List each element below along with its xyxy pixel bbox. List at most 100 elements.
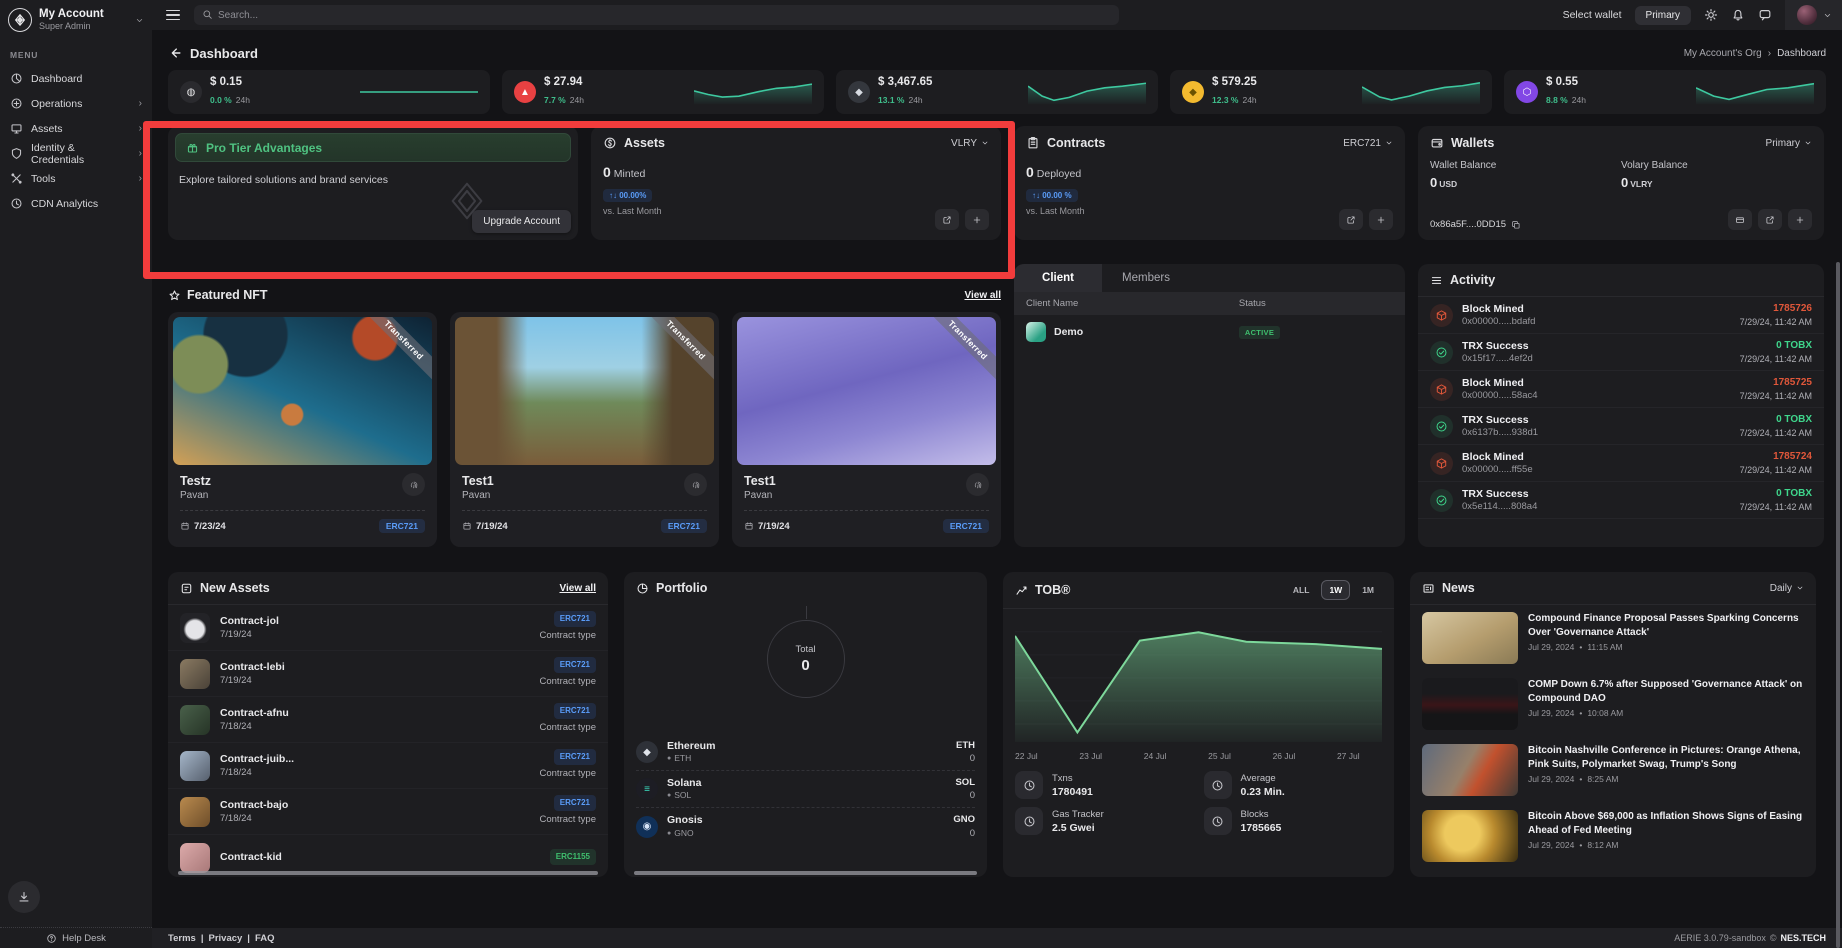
breadcrumb: My Account's Org › Dashboard (1684, 48, 1826, 59)
wallet-address: 0x86a5F....0DD15 (1430, 219, 1506, 230)
market-card[interactable]: ▲ $ 27.94 7.7 %24h (502, 70, 824, 114)
theme-toggle-sun-icon[interactable] (1704, 8, 1718, 22)
range-1m-button[interactable]: 1M (1354, 580, 1382, 600)
contracts-deployed-label: Deployed (1037, 168, 1081, 180)
hamburger-menu-icon[interactable] (162, 6, 184, 25)
horizontal-scrollbar[interactable] (178, 871, 598, 875)
portfolio-row[interactable]: ≡ Solana ●SOL SOL 0 (636, 771, 975, 808)
primary-wallet-button[interactable]: Primary (1635, 6, 1691, 25)
assets-filter-dropdown[interactable]: VLRY (951, 138, 989, 149)
activity-item[interactable]: TRX Success 0x5e114.....808a4 0 TOBX 7/2… (1418, 482, 1824, 519)
search-icon (202, 9, 213, 20)
user-menu[interactable] (1785, 0, 1842, 30)
sidebar-item-tools[interactable]: Tools › (0, 166, 152, 191)
breadcrumb-org[interactable]: My Account's Org (1684, 48, 1762, 59)
news-item[interactable]: Bitcoin Nashville Conference in Pictures… (1410, 737, 1816, 803)
featured-nft-view-all-link[interactable]: View all (964, 290, 1001, 301)
page-title: Dashboard (190, 46, 258, 61)
list-item[interactable]: Contract-afnu 7/18/24 ERC721 Contract ty… (168, 697, 608, 743)
transferred-ribbon: Transferred (919, 317, 996, 389)
list-item[interactable]: Contract-jol 7/19/24 ERC721 Contract typ… (168, 605, 608, 651)
market-card[interactable]: ⬡ $ 0.55 8.8 %24h (1504, 70, 1826, 114)
tab-client[interactable]: Client (1014, 264, 1102, 292)
sidebar-item-cdn-analytics[interactable]: CDN Analytics (0, 191, 152, 216)
range-all-button[interactable]: ALL (1285, 580, 1318, 600)
chat-icon[interactable] (1758, 8, 1772, 22)
portfolio-row[interactable]: ◆ Ethereum ●ETH ETH 0 (636, 734, 975, 771)
org-switcher[interactable]: My Account Super Admin (0, 0, 152, 42)
app-logo-icon (8, 8, 32, 32)
help-desk-link[interactable]: Help Desk (0, 927, 152, 948)
contracts-add-button[interactable] (1369, 209, 1393, 230)
activity-item[interactable]: Block Mined 0x00000.....bdafd 1785726 7/… (1418, 297, 1824, 334)
activity-item[interactable]: Block Mined 0x00000.....ff55e 1785724 7/… (1418, 445, 1824, 482)
nft-fingerprint-button[interactable] (684, 473, 707, 496)
list-item[interactable]: Contract-juib... 7/18/24 ERC721 Contract… (168, 743, 608, 789)
assets-add-button[interactable] (965, 209, 989, 230)
sidebar-item-assets[interactable]: Assets › (0, 116, 152, 141)
notifications-bell-icon[interactable] (1731, 8, 1745, 22)
market-card[interactable]: ◆ $ 579.25 12.3 %24h (1170, 70, 1492, 114)
activity-item[interactable]: TRX Success 0x6137b.....938d1 0 TOBX 7/2… (1418, 408, 1824, 445)
news-item[interactable]: Bitcoin Above $69,000 as Inflation Shows… (1410, 803, 1816, 869)
news-item[interactable]: Compound Finance Proposal Passes Sparkin… (1410, 605, 1816, 671)
nft-card[interactable]: Transferred Testz Pavan (168, 312, 437, 547)
wallet-open-button[interactable] (1758, 209, 1782, 230)
activity-hash: 0x00000.....ff55e (1462, 464, 1533, 477)
download-button[interactable] (8, 881, 40, 913)
contracts-filter-dropdown[interactable]: ERC721 (1343, 138, 1393, 149)
asset-standard-badge: ERC721 (554, 657, 596, 673)
back-arrow-icon[interactable] (168, 46, 182, 60)
sidebar-item-identity-credentials[interactable]: Identity & Credentials › (0, 141, 152, 166)
check-circle-icon (1435, 420, 1448, 433)
nft-fingerprint-button[interactable] (402, 473, 425, 496)
activity-type: Block Mined (1462, 376, 1538, 390)
wallet-add-button[interactable] (1788, 209, 1812, 230)
coin-icon: ▲ (514, 81, 536, 103)
horizontal-scrollbar[interactable] (634, 871, 977, 875)
wallets-filter-dropdown[interactable]: Primary (1766, 138, 1812, 149)
footer-link-terms[interactable]: Terms (168, 933, 196, 944)
activity-item[interactable]: Block Mined 0x00000.....58ac4 1785725 7/… (1418, 371, 1824, 408)
nft-creator: Pavan (462, 489, 494, 502)
table-row[interactable]: Demo ACTIVE (1014, 315, 1405, 349)
search-input[interactable] (194, 5, 1119, 25)
news-frequency-dropdown[interactable]: Daily (1770, 583, 1804, 594)
sidebar-item-operations[interactable]: Operations › (0, 91, 152, 116)
market-card[interactable]: ◆ $ 3,467.65 13.1 %24h (836, 70, 1158, 114)
column-client-name: Client Name (1026, 298, 1239, 309)
copy-icon[interactable] (1511, 220, 1521, 230)
activity-hash: 0x6137b.....938d1 (1462, 427, 1538, 440)
assets-open-button[interactable] (935, 209, 959, 230)
nft-card[interactable]: Transferred Test1 Pavan (732, 312, 1001, 547)
activity-time: 7/29/24, 11:42 AM (1740, 353, 1812, 365)
coin-period: 24h (1572, 95, 1586, 105)
external-link-icon (1765, 215, 1775, 225)
plus-icon (1376, 215, 1386, 225)
list-item[interactable]: Contract-bajo 7/18/24 ERC721 Contract ty… (168, 789, 608, 835)
contracts-open-button[interactable] (1339, 209, 1363, 230)
asset-date: 7/18/24 (220, 766, 294, 779)
news-item[interactable]: COMP Down 6.7% after Supposed 'Governanc… (1410, 671, 1816, 737)
portfolio-row[interactable]: ◉ Gnosis ●GNO GNO 0 (636, 808, 975, 845)
nft-card[interactable]: Transferred Test1 Pavan (450, 312, 719, 547)
news-time: 8:12 AM (1587, 840, 1618, 851)
volary-balance-value: 0 (1621, 175, 1628, 190)
footer-link-privacy[interactable]: Privacy (208, 933, 242, 944)
news-thumbnail (1422, 612, 1518, 664)
range-1w-button[interactable]: 1W (1321, 580, 1350, 600)
nft-fingerprint-button[interactable] (966, 473, 989, 496)
footer-link-faq[interactable]: FAQ (255, 933, 275, 944)
activity-hash: 0x15f17.....4ef2d (1462, 353, 1533, 366)
market-card[interactable]: ◍ $ 0.15 0.0 %24h (168, 70, 490, 114)
sidebar-item-dashboard[interactable]: Dashboard (0, 66, 152, 91)
calendar-icon (744, 521, 754, 531)
activity-item[interactable]: TRX Success 0x15f17.....4ef2d 0 TOBX 7/2… (1418, 334, 1824, 371)
tob-stat-label: Blocks (1241, 809, 1282, 820)
list-item[interactable]: Contract-lebi 7/19/24 ERC721 Contract ty… (168, 651, 608, 697)
page-scrollbar[interactable] (1836, 262, 1840, 948)
x-tick-label: 22 Jul (1015, 751, 1038, 761)
wallet-card-button[interactable] (1728, 209, 1752, 230)
tab-members[interactable]: Members (1102, 264, 1190, 292)
new-assets-view-all-link[interactable]: View all (559, 583, 596, 594)
